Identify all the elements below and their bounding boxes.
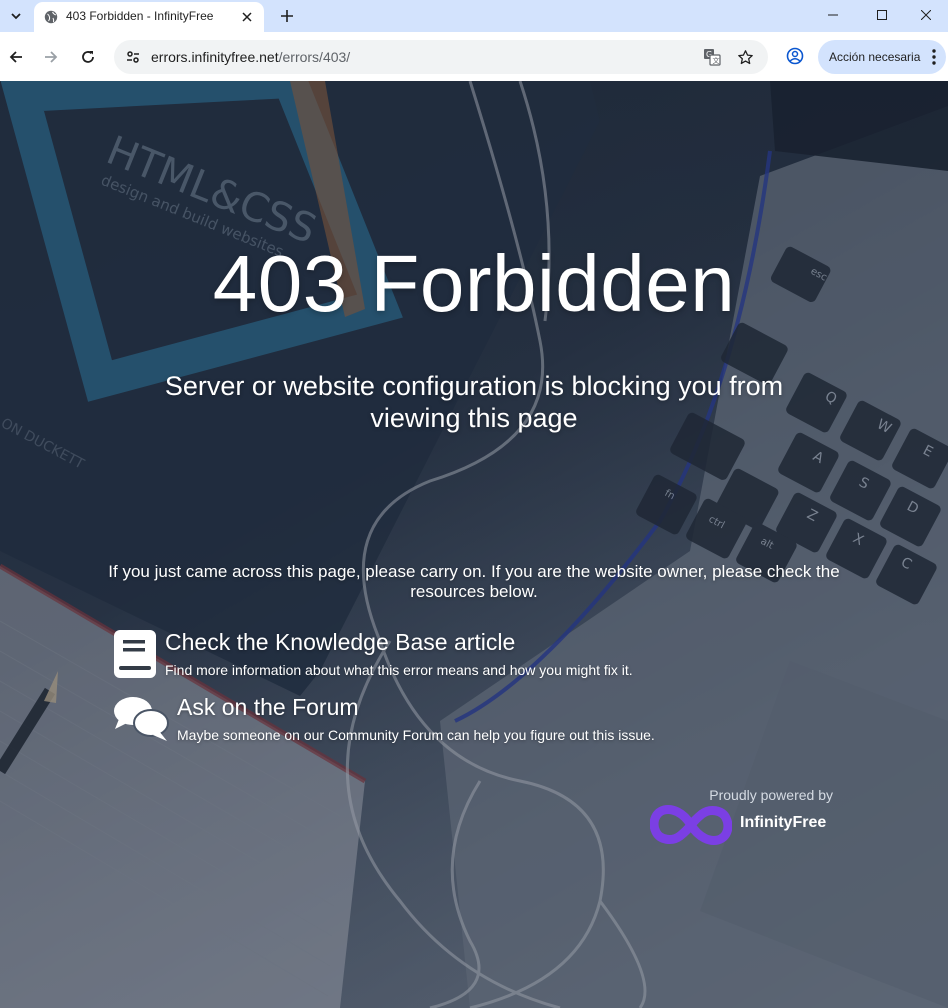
url-path: /errors/403/ (278, 49, 351, 65)
address-bar[interactable]: errors.infinityfree.net/errors/403/ G 文 (114, 40, 768, 74)
url-text[interactable]: errors.infinityfree.net/errors/403/ (151, 49, 350, 65)
translate-button[interactable]: G 文 (700, 45, 724, 69)
back-arrow-icon (9, 51, 22, 63)
tab-search-button[interactable] (4, 4, 28, 28)
brand-name[interactable]: InfinityFree (740, 814, 826, 832)
close-tab-button[interactable] (238, 8, 256, 26)
knowledge-base-link[interactable]: Check the Knowledge Base article Find mo… (113, 628, 733, 682)
reload-button[interactable] (75, 44, 101, 70)
browser-toolbar: errors.infinityfree.net/errors/403/ G 文 … (0, 32, 948, 82)
intro-text: If you just came across this page, pleas… (108, 562, 840, 601)
close-icon (921, 10, 931, 20)
new-tab-button[interactable] (276, 5, 298, 27)
url-host: errors.infinityfree.net (151, 49, 279, 65)
close-icon (242, 12, 252, 22)
error-page: HTML&CSS design and build websites ON DU… (0, 81, 948, 1008)
active-tab[interactable]: 403 Forbidden - InfinityFree (34, 2, 264, 32)
forum-link[interactable]: Ask on the Forum Maybe someone on our Co… (113, 693, 733, 747)
knowledge-base-description: Find more information about what this er… (165, 662, 633, 678)
chevron-down-icon (11, 13, 21, 20)
close-window-button[interactable] (904, 0, 948, 30)
powered-by-text: Proudly powered by (709, 787, 833, 803)
page-subtitle: Server or website configuration is block… (164, 371, 784, 433)
forum-description: Maybe someone on our Community Forum can… (177, 727, 655, 743)
minimize-icon (828, 14, 838, 16)
infinity-logo-icon[interactable] (650, 804, 732, 846)
maximize-icon (877, 10, 887, 20)
maximize-button[interactable] (859, 0, 905, 30)
forward-button[interactable] (38, 44, 64, 70)
knowledge-base-title[interactable]: Check the Knowledge Base article (165, 628, 515, 656)
tab-title: 403 Forbidden - InfinityFree (66, 9, 214, 23)
svg-text:文: 文 (713, 56, 720, 65)
forum-title[interactable]: Ask on the Forum (177, 693, 359, 721)
star-icon (737, 49, 753, 64)
globe-icon (44, 10, 58, 24)
profile-button[interactable] (783, 44, 807, 68)
forward-arrow-icon (45, 51, 58, 63)
site-info-button[interactable] (120, 44, 146, 70)
page-title: 403 Forbidden (212, 239, 736, 328)
action-required-button[interactable]: Acción necesaria (818, 40, 946, 74)
kebab-menu-icon (932, 49, 936, 65)
minimize-button[interactable] (810, 0, 856, 30)
action-required-label: Acción necesaria (829, 50, 921, 64)
chat-bubbles-icon (114, 697, 169, 741)
error-content: 403 Forbidden Server or website configur… (0, 81, 948, 1008)
book-icon (114, 630, 156, 678)
tune-icon (127, 51, 139, 63)
plus-icon (281, 10, 293, 22)
profile-icon (786, 47, 804, 65)
tab-strip: 403 Forbidden - InfinityFree (0, 0, 948, 32)
translate-icon: G 文 (704, 49, 721, 66)
back-button[interactable] (3, 44, 29, 70)
bookmark-button[interactable] (733, 45, 757, 69)
reload-icon (82, 51, 94, 63)
